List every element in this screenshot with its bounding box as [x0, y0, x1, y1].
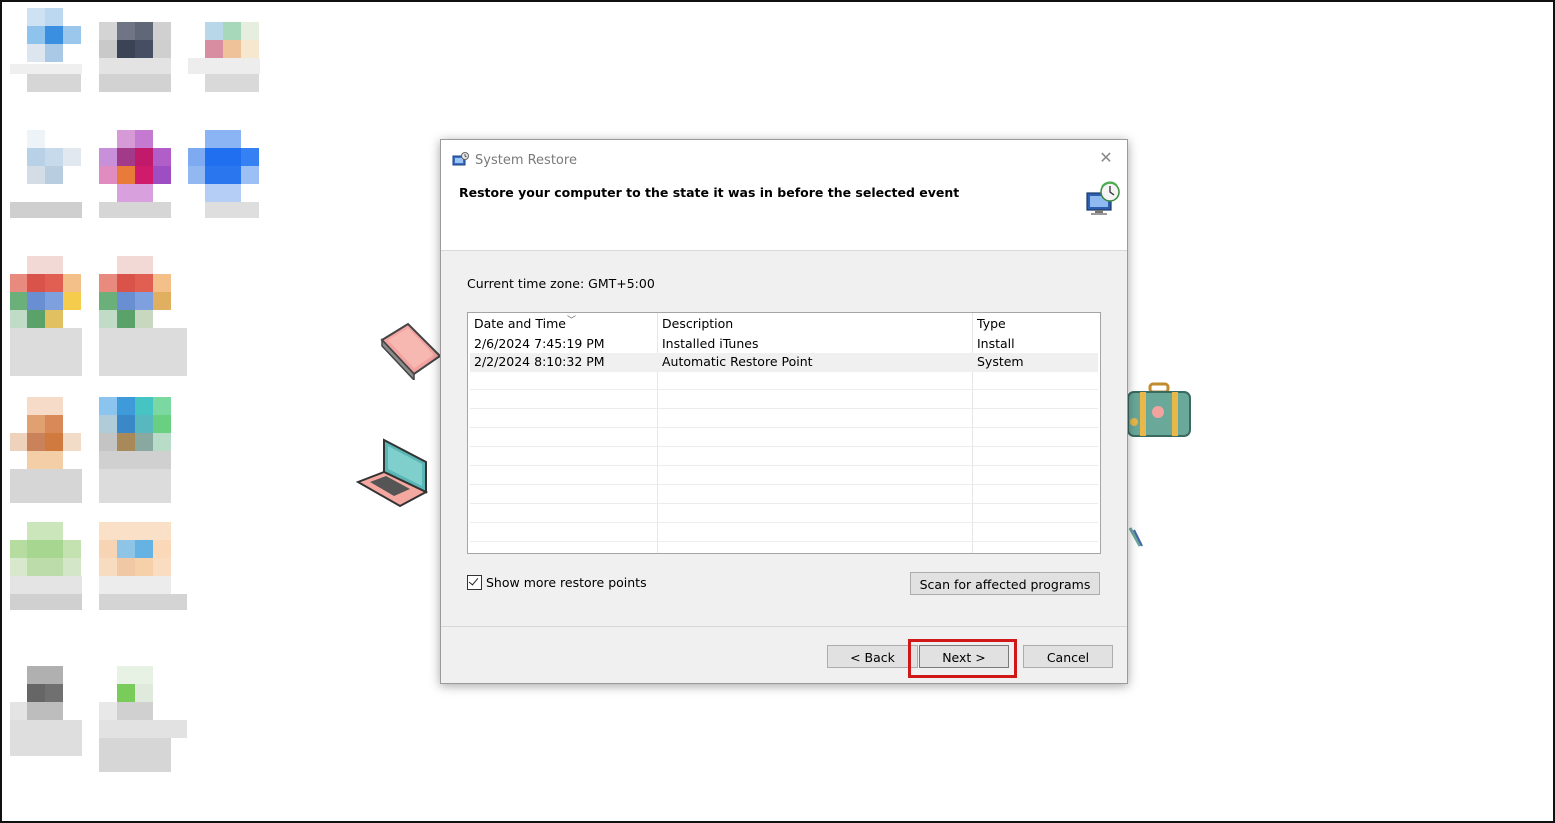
row-description: Installed iTunes	[662, 336, 759, 351]
window-title: System Restore	[475, 152, 577, 168]
row-type: System	[977, 354, 1024, 369]
column-header-type[interactable]: Type	[977, 316, 1006, 331]
desktop-icon[interactable]	[99, 666, 187, 772]
footer-divider	[441, 626, 1127, 627]
pen-illustration	[1128, 527, 1143, 547]
desktop-icon[interactable]	[188, 130, 268, 218]
desktop-icon[interactable]	[99, 8, 179, 92]
back-button[interactable]: < Back	[827, 645, 918, 668]
system-restore-icon	[452, 152, 469, 166]
column-header-date[interactable]: Date and Time﹀	[474, 316, 576, 331]
desktop-icon[interactable]	[10, 397, 90, 503]
sort-chevron-icon: ﹀	[566, 316, 576, 326]
dialog-header: System Restore ✕ Restore your computer t…	[441, 140, 1127, 251]
column-header-description[interactable]: Description	[662, 316, 733, 331]
row-description: Automatic Restore Point	[662, 354, 813, 369]
desktop-icon[interactable]	[10, 522, 90, 610]
desktop-icon[interactable]	[99, 397, 179, 503]
desktop-icon[interactable]	[99, 130, 179, 218]
timezone-label: Current time zone: GMT+5:00	[467, 276, 655, 291]
restore-points-list[interactable]: Date and Time﹀ Description Type 2/6/2024…	[467, 312, 1101, 554]
next-button[interactable]: Next >	[919, 645, 1009, 668]
cancel-button[interactable]: Cancel	[1023, 645, 1113, 668]
close-icon[interactable]: ✕	[1097, 149, 1115, 167]
suitcase-illustration	[1127, 382, 1191, 437]
scan-affected-programs-button[interactable]: Scan for affected programs	[910, 572, 1100, 595]
desktop-icon[interactable]	[10, 256, 90, 376]
desktop-icon[interactable]	[10, 666, 90, 756]
restore-monitor-icon	[1086, 181, 1120, 215]
restore-point-row[interactable]: 2/2/2024 8:10:32 PM Automatic Restore Po…	[470, 353, 1098, 372]
phone-illustration	[380, 322, 442, 380]
desktop-icon[interactable]	[10, 8, 90, 92]
system-restore-dialog: System Restore ✕ Restore your computer t…	[440, 139, 1128, 684]
desktop-icon[interactable]	[188, 8, 268, 92]
screenshot-frame: System Restore ✕ Restore your computer t…	[0, 0, 1555, 823]
show-more-restore-points[interactable]: Show more restore points	[467, 575, 647, 590]
dialog-heading: Restore your computer to the state it wa…	[459, 185, 960, 200]
row-date: 2/2/2024 8:10:32 PM	[474, 354, 605, 369]
restore-point-row[interactable]: 2/6/2024 7:45:19 PM Installed iTunes Ins…	[470, 335, 1098, 354]
title-bar: System Restore	[451, 150, 577, 170]
row-type: Install	[977, 336, 1015, 351]
desktop-icon[interactable]	[10, 130, 90, 218]
desktop-icon[interactable]	[99, 256, 187, 376]
show-more-checkbox[interactable]	[467, 575, 482, 590]
list-header: Date and Time﹀ Description Type	[468, 313, 1100, 332]
laptop-illustration	[356, 438, 429, 508]
desktop-icon[interactable]	[99, 522, 187, 610]
show-more-label: Show more restore points	[486, 575, 647, 590]
row-date: 2/6/2024 7:45:19 PM	[474, 336, 605, 351]
